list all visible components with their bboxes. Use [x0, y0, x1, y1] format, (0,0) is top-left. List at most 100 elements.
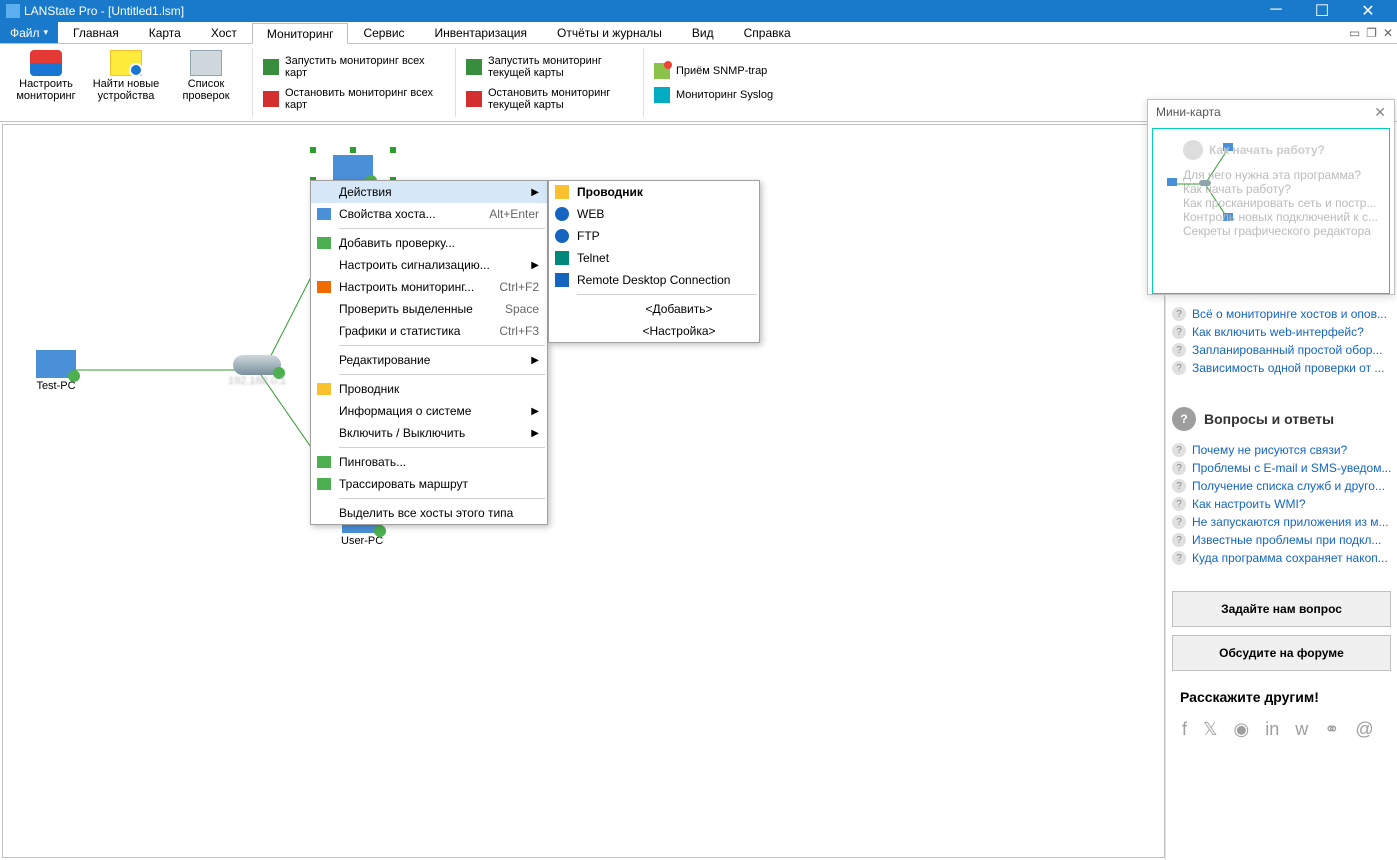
mdi-close[interactable]: ✕ — [1383, 26, 1393, 40]
ctx-item[interactable]: Проверить выделенныеSpace — [311, 298, 547, 320]
search-network-icon — [110, 50, 142, 76]
linkedin-icon[interactable]: in — [1265, 719, 1279, 740]
vk-icon[interactable]: w — [1295, 719, 1308, 740]
play-icon — [466, 59, 482, 75]
email-icon[interactable]: @ — [1355, 719, 1373, 740]
ctx-item[interactable]: Свойства хоста...Alt+Enter — [311, 203, 547, 225]
faq-link[interactable]: Как настроить WMI? — [1172, 495, 1391, 513]
menu-item-label: Remote Desktop Connection — [577, 273, 751, 287]
ask-question-button[interactable]: Задайте нам вопрос — [1172, 591, 1391, 627]
play-icon — [263, 59, 279, 75]
menu-item-icon — [315, 381, 333, 397]
submenu-item[interactable]: Telnet — [549, 247, 759, 269]
ctx-item[interactable]: Добавить проверку... — [311, 232, 547, 254]
menu-item-label: Информация о системе — [339, 404, 511, 418]
find-devices-button[interactable]: Найти новые устройства — [86, 48, 166, 117]
menu-item-icon — [315, 257, 333, 273]
syslog-label: Мониторинг Syslog — [676, 89, 773, 101]
twitter-icon[interactable]: 𝕏 — [1203, 719, 1218, 740]
facebook-icon[interactable]: f — [1182, 719, 1187, 740]
faq-link[interactable]: Почему не рисуются связи? — [1172, 441, 1391, 459]
submenu-arrow-icon: ▶ — [531, 260, 539, 271]
menu-item-label: Проверить выделенные — [339, 302, 485, 316]
ctx-item[interactable]: Трассировать маршрут — [311, 473, 547, 495]
router-icon — [233, 355, 281, 375]
tab-service[interactable]: Сервис — [348, 22, 419, 43]
submenu-item[interactable]: WEB — [549, 203, 759, 225]
ctx-item[interactable]: Редактирование▶ — [311, 349, 547, 371]
tab-karta[interactable]: Карта — [134, 22, 196, 43]
ctx-item[interactable]: Действия▶ — [311, 181, 547, 203]
submenu-item[interactable]: Проводник — [549, 181, 759, 203]
menu-item-label: Выделить все хосты этого типа — [339, 506, 539, 520]
tab-monitoring[interactable]: Мониторинг — [252, 23, 349, 44]
title-bar: LANState Pro - [Untitled1.lsm] ─ ☐ ✕ — [0, 0, 1397, 22]
host-context-menu[interactable]: Действия▶Свойства хоста...Alt+Enter Добав… — [310, 180, 548, 525]
faq-link[interactable]: Не запускаются приложения из м... — [1172, 513, 1391, 531]
configure-monitoring-label: Настроить мониторинг — [8, 78, 84, 102]
minimap-close-button[interactable]: ✕ — [1374, 104, 1386, 121]
minimap-title: Мини-карта — [1156, 105, 1221, 119]
ctx-item[interactable]: Проводник — [311, 378, 547, 400]
tab-glavnaya[interactable]: Главная — [58, 22, 134, 43]
menu-item-icon — [315, 235, 333, 251]
faq-link[interactable]: Куда программа сохраняет накоп... — [1172, 549, 1391, 567]
faq-link[interactable]: Проблемы с E-mail и SMS-уведом... — [1172, 459, 1391, 477]
tab-inventory[interactable]: Инвентаризация — [420, 22, 542, 43]
submenu-item[interactable]: <Настройка> — [549, 320, 759, 342]
host-router[interactable]: 192.168.0.1 — [228, 355, 286, 387]
snmp-trap-button[interactable]: Приём SNMP-trap — [650, 61, 777, 81]
minimize-button[interactable]: ─ — [1253, 1, 1299, 21]
help-link[interactable]: Как включить web-интерфейс? — [1172, 323, 1391, 341]
start-current-monitoring-button[interactable]: Запустить мониторинг текущей карты — [462, 53, 637, 81]
faq-link[interactable]: Получение списка служб и друго... — [1172, 477, 1391, 495]
tab-view[interactable]: Вид — [677, 22, 729, 43]
help-link[interactable]: Всё о мониторинге хостов и опов... — [1172, 305, 1391, 323]
ctx-item[interactable]: Настроить сигнализацию... ▶ — [311, 254, 547, 276]
share-title: Расскажите другим! — [1180, 689, 1319, 705]
faq-link[interactable]: Известные проблемы при подкл... — [1172, 531, 1391, 549]
ctx-item[interactable]: Настроить мониторинг...Ctrl+F2 — [311, 276, 547, 298]
help-link[interactable]: Запланированный простой обор... — [1172, 341, 1391, 359]
ctx-item[interactable]: Информация о системе ▶ — [311, 400, 547, 422]
stop-icon — [466, 91, 482, 107]
stop-current-label: Остановить мониторинг текущей карты — [488, 87, 633, 111]
tab-host[interactable]: Хост — [196, 22, 252, 43]
menu-item-label: Telnet — [577, 251, 751, 265]
help-link[interactable]: Зависимость одной проверки от ... — [1172, 359, 1391, 377]
menu-item-label: FTP — [577, 229, 751, 243]
ctx-item[interactable]: Включить / Выключить▶ — [311, 422, 547, 444]
odnoklassniki-icon[interactable]: ⚭ — [1324, 719, 1339, 740]
tab-help[interactable]: Справка — [729, 22, 806, 43]
stop-all-monitoring-button[interactable]: Остановить мониторинг всех карт — [259, 85, 449, 113]
syslog-button[interactable]: Мониторинг Syslog — [650, 85, 777, 105]
menu-item-icon — [553, 272, 571, 288]
configure-monitoring-button[interactable]: Настроить мониторинг — [6, 48, 86, 117]
file-menu[interactable]: Файл — [0, 22, 58, 43]
actions-submenu[interactable]: ПроводникWEB FTP Telnet Remote Desktop Conn… — [548, 180, 760, 343]
submenu-arrow-icon: ▶ — [531, 406, 539, 417]
ctx-item[interactable]: Выделить все хосты этого типа — [311, 502, 547, 524]
host-test-pc[interactable]: Test-PC — [36, 350, 76, 392]
stop-current-monitoring-button[interactable]: Остановить мониторинг текущей карты — [462, 85, 637, 113]
checks-list-button[interactable]: Список проверок — [166, 48, 246, 117]
submenu-item[interactable]: Remote Desktop Connection — [549, 269, 759, 291]
skype-icon[interactable]: ◉ — [1234, 719, 1250, 740]
menu-item-icon — [553, 228, 571, 244]
mdi-restore[interactable]: ❐ — [1366, 26, 1377, 40]
mdi-minimize[interactable]: ▭ — [1349, 26, 1360, 40]
computer-icon — [36, 350, 76, 378]
maximize-button[interactable]: ☐ — [1299, 1, 1345, 21]
tab-reports[interactable]: Отчёты и журналы — [542, 22, 677, 43]
ctx-item[interactable]: Графики и статистикаCtrl+F3 — [311, 320, 547, 342]
close-button[interactable]: ✕ — [1345, 1, 1391, 21]
discuss-forum-button[interactable]: Обсудите на форуме — [1172, 635, 1391, 671]
menu-item-label: Настроить сигнализацию... — [339, 258, 511, 272]
ctx-item[interactable]: Пинговать... — [311, 451, 547, 473]
host-label: Test-PC — [36, 380, 76, 392]
ribbon-group-2: Запустить мониторинг всех карт Остановит… — [259, 48, 456, 117]
faq-title: Вопросы и ответы — [1204, 411, 1334, 427]
submenu-item[interactable]: <Добавить> — [549, 298, 759, 320]
submenu-item[interactable]: FTP — [549, 225, 759, 247]
start-all-monitoring-button[interactable]: Запустить мониторинг всех карт — [259, 53, 449, 81]
